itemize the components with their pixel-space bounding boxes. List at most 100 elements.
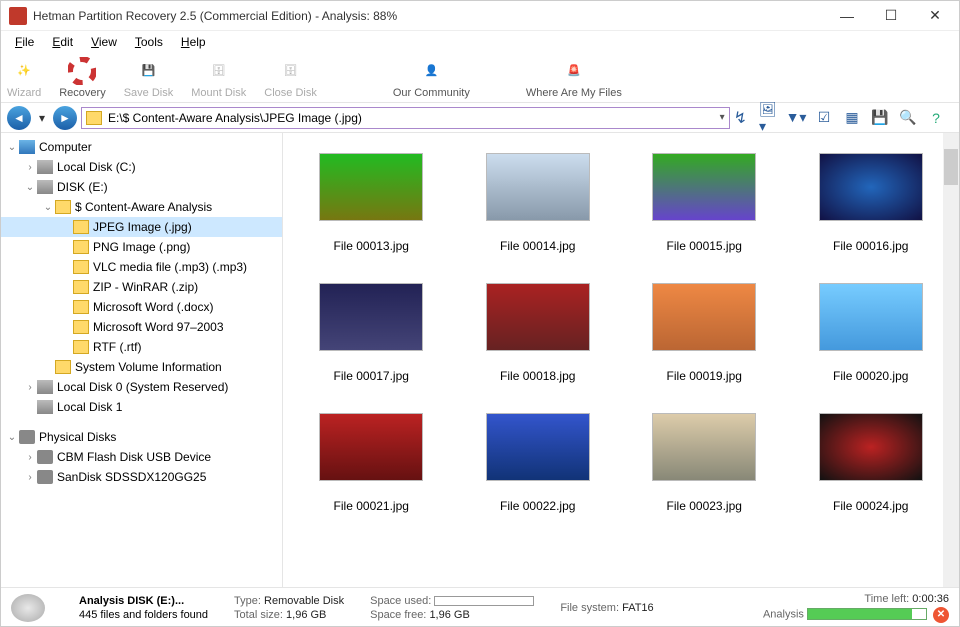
tree-content-aware[interactable]: ⌄$ Content-Aware Analysis (1, 197, 282, 217)
tree-local1[interactable]: Local Disk 1 (1, 397, 282, 417)
select-button[interactable]: ☑ (815, 109, 833, 127)
thumbnail-image (319, 283, 423, 351)
drive-icon (37, 180, 53, 194)
folder-icon (55, 360, 71, 374)
tree-zip[interactable]: ZIP - WinRAR (.zip) (1, 277, 282, 297)
menu-edit[interactable]: Edit (44, 33, 81, 51)
close-button[interactable]: ✕ (913, 2, 957, 30)
tree-doc97[interactable]: Microsoft Word 97–2003 (1, 317, 282, 337)
menu-tools[interactable]: Tools (127, 33, 171, 51)
help-button[interactable]: ? (927, 109, 945, 127)
thumbnail-image (652, 283, 756, 351)
history-dropdown[interactable]: ▾ (35, 106, 49, 130)
tree-vlc[interactable]: VLC media file (.mp3) (.mp3) (1, 257, 282, 277)
tree-local-c[interactable]: ›Local Disk (C:) (1, 157, 282, 177)
close-disk-icon: 🗄 (277, 57, 305, 85)
menu-view[interactable]: View (83, 33, 125, 51)
file-grid: File 00013.jpgFile 00014.jpg File 00015.j… (283, 133, 959, 587)
close-disk-button[interactable]: 🗄Close Disk (264, 57, 317, 99)
scrollbar-thumb[interactable] (944, 149, 958, 185)
file-thumb[interactable]: File 00020.jpg (793, 283, 950, 383)
disk-icon (19, 430, 35, 444)
window-title: Hetman Partition Recovery 2.5 (Commercia… (33, 9, 825, 23)
toolbar: ✨Wizard Recovery 💾Save Disk 🗄Mount Disk … (1, 53, 959, 103)
file-thumb[interactable]: File 00016.jpg (793, 153, 950, 253)
address-bar[interactable]: E:\$ Content-Aware Analysis\JPEG Image (… (81, 107, 730, 129)
back-button[interactable]: ◄ (7, 106, 31, 130)
file-name: File 00021.jpg (334, 499, 409, 513)
view-tools: 🖼▾ ▼▾ ☑ ▦ 💾 🔍 ? (751, 109, 953, 127)
file-thumb[interactable]: File 00015.jpg (626, 153, 783, 253)
options-button[interactable]: ▦ (843, 109, 861, 127)
tree-jpeg[interactable]: JPEG Image (.jpg) (1, 217, 282, 237)
tree-svi[interactable]: System Volume Information (1, 357, 282, 377)
chevron-down-icon[interactable]: ▾ (720, 112, 725, 123)
analysis-progress-bar (807, 608, 927, 620)
computer-icon (19, 140, 35, 154)
stop-button[interactable]: ✕ (933, 607, 949, 623)
tree-sandisk[interactable]: ›SanDisk SDSSDX120GG25 (1, 467, 282, 487)
tree-png[interactable]: PNG Image (.png) (1, 237, 282, 257)
save-button[interactable]: 💾 (871, 109, 889, 127)
siren-icon: 🚨 (560, 57, 588, 85)
recovery-button[interactable]: Recovery (59, 57, 105, 99)
file-name: File 00015.jpg (667, 239, 742, 253)
folder-tree[interactable]: ⌄Computer ›Local Disk (C:) ⌄DISK (E:) ⌄$… (1, 133, 283, 587)
refresh-button[interactable]: ↯ (734, 108, 747, 128)
status-analysis: Analysis DISK (E:)... 445 files and fold… (79, 595, 208, 621)
minimize-button[interactable]: — (825, 2, 869, 30)
menu-help[interactable]: Help (173, 33, 214, 51)
file-name: File 00022.jpg (500, 499, 575, 513)
filter-button[interactable]: ▼▾ (787, 109, 805, 127)
file-thumb[interactable]: File 00018.jpg (460, 283, 617, 383)
statusbar: Analysis DISK (E:)... 445 files and fold… (1, 587, 959, 627)
file-thumb[interactable]: File 00023.jpg (626, 413, 783, 513)
tree-rtf[interactable]: RTF (.rtf) (1, 337, 282, 357)
titlebar: Hetman Partition Recovery 2.5 (Commercia… (1, 1, 959, 31)
app-icon (9, 7, 27, 25)
drive-icon (37, 400, 53, 414)
thumbnail-image (819, 283, 923, 351)
where-files-button[interactable]: 🚨Where Are My Files (526, 57, 622, 99)
thumbnail-image (486, 413, 590, 481)
view-mode-button[interactable]: 🖼▾ (759, 109, 777, 127)
thumbnail-image (486, 283, 590, 351)
file-thumb[interactable]: File 00017.jpg (293, 283, 450, 383)
wizard-button[interactable]: ✨Wizard (7, 57, 41, 99)
wand-icon: ✨ (10, 57, 38, 85)
file-name: File 00016.jpg (833, 239, 908, 253)
disk-icon (37, 470, 53, 484)
folder-icon (73, 220, 89, 234)
tree-disk-e[interactable]: ⌄DISK (E:) (1, 177, 282, 197)
search-button[interactable]: 🔍 (899, 109, 917, 127)
thumbnail-image (819, 153, 923, 221)
forward-button[interactable]: ► (53, 106, 77, 130)
space-used-bar (434, 596, 534, 606)
navbar: ◄ ▾ ► E:\$ Content-Aware Analysis\JPEG I… (1, 103, 959, 133)
file-thumb[interactable]: File 00013.jpg (293, 153, 450, 253)
file-thumb[interactable]: File 00021.jpg (293, 413, 450, 513)
save-disk-button[interactable]: 💾Save Disk (124, 57, 174, 99)
file-thumb[interactable]: File 00024.jpg (793, 413, 950, 513)
community-button[interactable]: 👤Our Community (393, 57, 470, 99)
main-area: ⌄Computer ›Local Disk (C:) ⌄DISK (E:) ⌄$… (1, 133, 959, 587)
tree-cbm[interactable]: ›CBM Flash Disk USB Device (1, 447, 282, 467)
menubar: File Edit View Tools Help (1, 31, 959, 53)
disk-icon (37, 450, 53, 464)
tree-docx[interactable]: Microsoft Word (.docx) (1, 297, 282, 317)
tree-local0[interactable]: ›Local Disk 0 (System Reserved) (1, 377, 282, 397)
mount-disk-button[interactable]: 🗄Mount Disk (191, 57, 246, 99)
scrollbar[interactable] (943, 133, 959, 587)
folder-icon (86, 111, 102, 125)
mount-icon: 🗄 (205, 57, 233, 85)
folder-icon (73, 320, 89, 334)
maximize-button[interactable]: ☐ (869, 2, 913, 30)
thumbnail-image (486, 153, 590, 221)
file-thumb[interactable]: File 00014.jpg (460, 153, 617, 253)
menu-file[interactable]: File (7, 33, 42, 51)
tree-computer[interactable]: ⌄Computer (1, 137, 282, 157)
file-thumb[interactable]: File 00019.jpg (626, 283, 783, 383)
file-thumb[interactable]: File 00022.jpg (460, 413, 617, 513)
save-disk-icon: 💾 (134, 57, 162, 85)
tree-physical[interactable]: ⌄Physical Disks (1, 427, 282, 447)
